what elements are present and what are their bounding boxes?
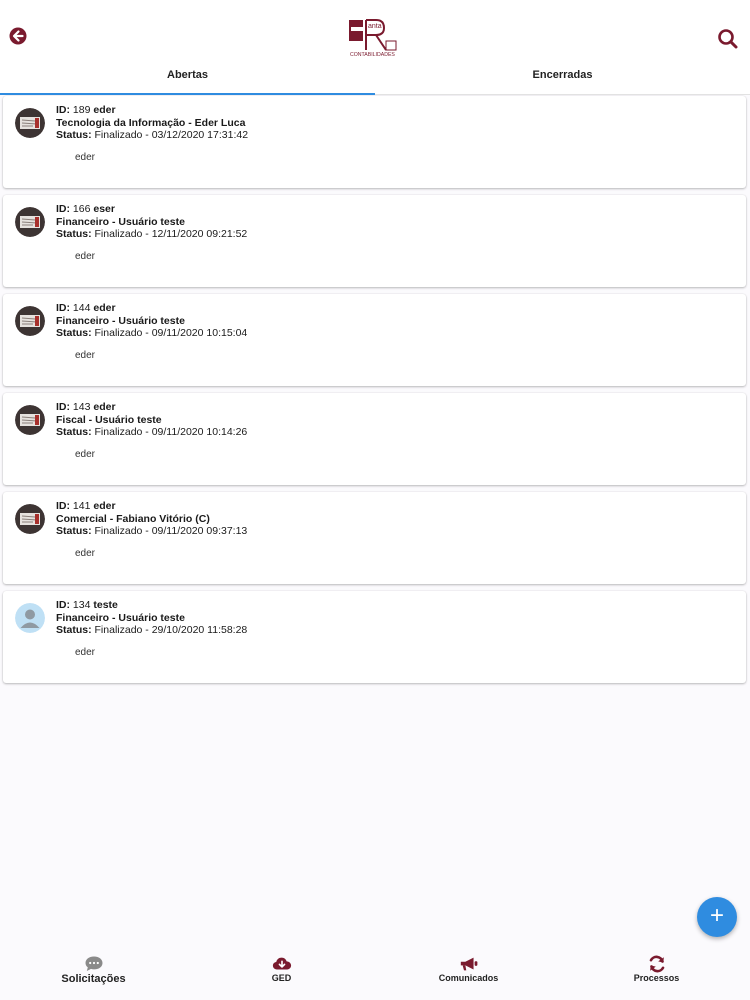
active-tab-indicator [0, 93, 375, 95]
ticket-status-label: Status: [56, 525, 92, 537]
nav-comunicados[interactable]: Comunicados [375, 948, 562, 1000]
ticket-status: Finalizado - 09/11/2020 09:37:13 [94, 525, 248, 537]
ticket-status: Finalizado - 03/12/2020 17:31:42 [94, 129, 249, 141]
ticket-details: ID: 189 eder Tecnologia da Informação - … [56, 104, 248, 142]
search-button[interactable] [716, 27, 740, 51]
ticket-id-label: ID: [56, 302, 70, 314]
search-icon [718, 29, 738, 49]
ticket-id: 189 [72, 104, 91, 116]
tab-abertas-label: Abertas [167, 69, 208, 81]
tab-abertas[interactable]: Abertas [0, 62, 375, 94]
ticket-user: eser [93, 203, 115, 215]
ticket-id-label: ID: [56, 500, 70, 512]
nav-solicitacoes[interactable]: Solicitações [0, 948, 187, 1000]
app-header: anta CONTABILIDADES [0, 0, 750, 62]
ticket-id: 144 [72, 302, 91, 314]
logo-subtitle: CONTABILIDADES [350, 52, 395, 58]
ticket-details: ID: 134 teste Financeiro - Usuário teste… [56, 599, 247, 637]
ticket-card[interactable]: ID: 189 eder Tecnologia da Informação - … [3, 96, 746, 188]
ticket-details: ID: 141 eder Comercial - Fabiano Vitório… [56, 500, 247, 538]
nav-processos[interactable]: Processos [563, 948, 750, 1000]
ticket-user: eder [93, 104, 116, 116]
avatar [15, 108, 45, 138]
ticket-title: Financeiro - Usuário teste [56, 215, 185, 228]
tab-encerradas-label: Encerradas [532, 69, 593, 81]
add-request-button[interactable]: + [697, 897, 737, 937]
tab-bar: Abertas Encerradas [0, 62, 750, 95]
ticket-note: eder [75, 548, 96, 559]
back-button[interactable] [8, 26, 28, 46]
megaphone-icon [460, 957, 477, 971]
ticket-status: Finalizado - 12/11/2020 09:21:52 [94, 228, 248, 240]
ticket-user: eder [93, 401, 116, 413]
nav-solicitacoes-label: Solicitações [61, 973, 126, 985]
ticket-status-label: Status: [56, 624, 92, 636]
nav-processos-label: Processos [633, 973, 680, 983]
ticket-status: Finalizado - 09/11/2020 10:15:04 [94, 327, 248, 339]
avatar [15, 207, 45, 237]
cloud-download-icon [272, 957, 291, 970]
ticket-id: 143 [72, 401, 91, 413]
ticket-status-label: Status: [56, 129, 92, 141]
nav-comunicados-label: Comunicados [438, 973, 499, 983]
ticket-id: 141 [72, 500, 91, 512]
ticket-user: teste [93, 599, 118, 611]
ticket-status: Finalizado - 09/11/2020 10:14:26 [94, 426, 248, 438]
ticket-title: Financeiro - Usuário teste [56, 314, 185, 327]
ticket-card[interactable]: ID: 144 eder Financeiro - Usuário teste … [3, 294, 746, 386]
tab-encerradas[interactable]: Encerradas [375, 62, 750, 94]
ticket-user: eder [93, 500, 116, 512]
ticket-card[interactable]: ID: 141 eder Comercial - Fabiano Vitório… [3, 492, 746, 584]
ticket-note: eder [75, 251, 96, 262]
ticket-title: Tecnologia da Informação - Eder Luca [56, 116, 246, 129]
refresh-icon [649, 955, 664, 973]
ticket-card[interactable]: ID: 143 eder Fiscal - Usuário teste Stat… [3, 393, 746, 485]
ticket-id: 166 [72, 203, 91, 215]
ticket-id-label: ID: [56, 203, 70, 215]
ticket-details: ID: 144 eder Financeiro - Usuário teste … [56, 302, 247, 340]
ticket-id-label: ID: [56, 401, 70, 413]
ticket-card[interactable]: ID: 166 eser Financeiro - Usuário teste … [3, 195, 746, 287]
ticket-id-label: ID: [56, 599, 70, 611]
ticket-id: 134 [72, 599, 91, 611]
avatar-placeholder [15, 603, 45, 633]
ticket-id-label: ID: [56, 104, 70, 116]
company-logo: anta CONTABILIDADES [346, 16, 404, 60]
ticket-title: Financeiro - Usuário teste [56, 611, 185, 624]
ticket-note: eder [75, 350, 96, 361]
ticket-title: Fiscal - Usuário teste [56, 413, 162, 426]
ticket-note: eder [75, 449, 96, 460]
avatar [15, 504, 45, 534]
ticket-details: ID: 166 eser Financeiro - Usuário teste … [56, 203, 247, 241]
ticket-user: eder [93, 302, 116, 314]
chat-bubble-icon [85, 956, 102, 971]
bottom-navigation: Solicitações GED Comunicados Processos [0, 948, 750, 1000]
user-placeholder-icon [15, 603, 45, 633]
ticket-status-label: Status: [56, 228, 92, 240]
nav-ged-label: GED [271, 973, 292, 983]
ticket-status-label: Status: [56, 426, 92, 438]
avatar [15, 306, 45, 336]
arrow-left-circle-icon [9, 27, 27, 45]
avatar [15, 405, 45, 435]
logo-word: anta [368, 23, 382, 30]
ticket-status-label: Status: [56, 327, 92, 339]
ticket-status: Finalizado - 29/10/2020 11:58:28 [94, 624, 248, 636]
ticket-note: eder [75, 152, 96, 163]
ticket-card[interactable]: ID: 134 teste Financeiro - Usuário teste… [3, 591, 746, 683]
ticket-details: ID: 143 eder Fiscal - Usuário teste Stat… [56, 401, 247, 439]
ticket-title: Comercial - Fabiano Vitório (C) [56, 512, 210, 525]
ticket-note: eder [75, 647, 96, 658]
plus-icon: + [709, 902, 724, 929]
nav-ged[interactable]: GED [188, 948, 375, 1000]
